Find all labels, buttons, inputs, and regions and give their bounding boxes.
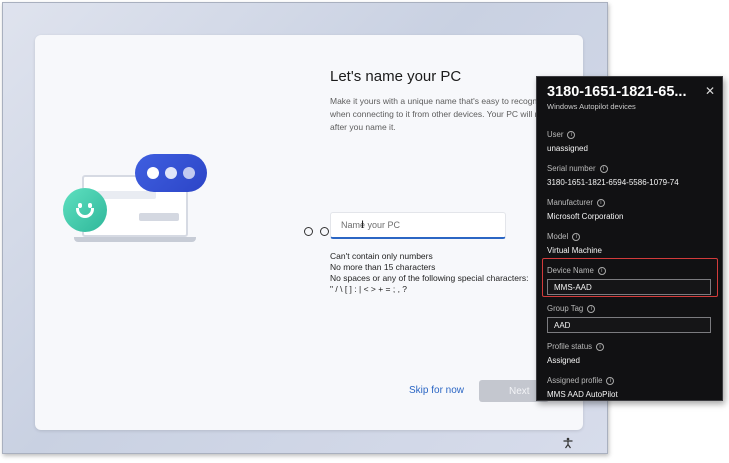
name-rules: Can't contain only numbers No more than … — [330, 251, 528, 295]
field-label: User i — [547, 130, 588, 139]
field-value: Assigned — [547, 356, 580, 365]
field-label-text: Manufacturer — [547, 198, 593, 207]
accessibility-icon[interactable] — [562, 437, 574, 449]
page-description: Make it yours with a unique name that's … — [330, 96, 540, 132]
field-profile-status: Profile status i Assigned — [547, 342, 605, 365]
skip-button[interactable]: Skip for now — [409, 385, 464, 396]
info-icon[interactable]: i — [572, 232, 581, 241]
device-name-highlight — [542, 258, 718, 297]
field-serial-number: Serial number i 3180-1651-1821-6594-5586-… — [547, 164, 679, 187]
close-icon[interactable]: ✕ — [705, 84, 715, 98]
info-icon[interactable]: i — [606, 376, 615, 385]
rule-text: Can't contain only numbers — [330, 251, 433, 261]
field-label: Manufacturer i — [547, 198, 623, 207]
field-model: Model i Virtual Machine — [547, 232, 602, 255]
rule-text: No spaces or any of the following specia… — [330, 273, 529, 283]
field-user: User i unassigned — [547, 130, 588, 153]
field-label-text: Profile status — [547, 342, 593, 351]
field-label-text: User — [547, 130, 564, 139]
laptop-bar — [96, 191, 156, 199]
rule-text: " / \ [ ] : | < > + = ; , ? — [330, 284, 408, 294]
smiley-icon — [63, 188, 107, 232]
field-label: Model i — [547, 232, 602, 241]
illustration — [60, 150, 210, 250]
field-label: Serial number i — [547, 164, 679, 173]
field-label-text: Group Tag — [547, 304, 584, 313]
laptop-bar — [139, 213, 179, 221]
rule-text: No more than 15 characters — [330, 262, 436, 272]
bubble-dot — [183, 167, 195, 179]
info-icon[interactable]: i — [587, 304, 596, 313]
progress-step-icon — [320, 227, 329, 236]
field-value: MMS AAD AutoPilot — [547, 390, 618, 399]
laptop-base — [74, 237, 196, 242]
page-title: Let's name your PC — [330, 68, 462, 85]
panel-title: 3180-1651-1821-65... — [547, 84, 687, 100]
info-icon[interactable]: i — [567, 130, 576, 139]
field-group-tag: Group Tag i AAD — [547, 304, 711, 333]
panel-subtitle: Windows Autopilot devices — [547, 102, 636, 111]
field-label: Assigned profile i — [547, 376, 618, 385]
field-value: Microsoft Corporation — [547, 212, 624, 221]
progress-step-icon — [304, 227, 313, 236]
field-label-text: Assigned profile — [547, 376, 603, 385]
info-icon[interactable]: i — [599, 164, 608, 173]
info-icon[interactable]: i — [596, 198, 605, 207]
bubble-dot — [165, 167, 177, 179]
field-label-text: Model — [547, 232, 569, 241]
field-value: Virtual Machine — [547, 246, 602, 255]
group-tag-input[interactable]: AAD — [547, 317, 711, 333]
field-manufacturer: Manufacturer i Microsoft Corporation — [547, 198, 623, 221]
pc-name-input[interactable] — [330, 212, 506, 239]
bubble-dot — [147, 167, 159, 179]
field-assigned-profile: Assigned profile i MMS AAD AutoPilot — [547, 376, 618, 399]
field-value: unassigned — [547, 144, 588, 153]
field-label-text: Serial number — [547, 164, 596, 173]
field-label: Profile status i — [547, 342, 605, 351]
info-icon[interactable]: i — [596, 342, 605, 351]
field-value: 3180-1651-1821-6594-5586-1079-74 — [547, 178, 679, 187]
text-cursor-icon: I — [361, 219, 365, 231]
device-details-panel: 3180-1651-1821-65... Windows Autopilot d… — [536, 76, 723, 401]
smiley-mouth — [76, 208, 94, 218]
field-label: Group Tag i — [547, 304, 711, 313]
chat-bubble-icon — [135, 154, 207, 192]
